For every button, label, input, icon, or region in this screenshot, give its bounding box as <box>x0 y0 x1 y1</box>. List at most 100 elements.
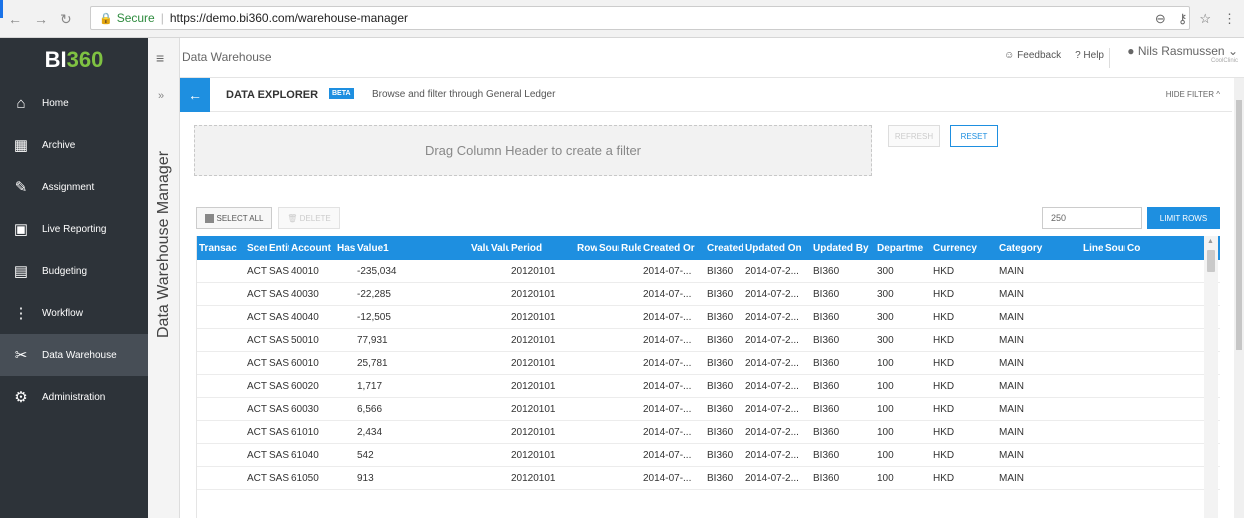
column-header[interactable]: Scer <box>245 243 267 254</box>
arrow-left-icon: ← <box>188 87 202 103</box>
user-menu[interactable]: ● Nils Rasmussen ⌄ CoolClinic <box>1127 44 1238 64</box>
column-header[interactable]: Category <box>997 243 1081 254</box>
header-divider <box>1109 48 1110 68</box>
column-header[interactable]: Value1 <box>355 243 469 254</box>
table-row[interactable]: ACT SAS 60020 1,717 20120101 2014-07-... BI360… <box>197 375 1220 398</box>
column-header[interactable]: Rule <box>619 243 641 254</box>
table-cell: HKD <box>933 449 955 461</box>
menu-dots-icon[interactable]: ⋮ <box>1223 11 1236 27</box>
column-header[interactable]: Period <box>509 243 575 254</box>
column-header[interactable]: Account <box>289 243 335 254</box>
page-scrollbar[interactable] <box>1234 78 1244 518</box>
column-header[interactable]: Created Or <box>641 243 705 254</box>
column-header[interactable]: Has <box>335 243 355 254</box>
sidebar-item-live-reporting[interactable]: ▣ Live Reporting <box>0 208 148 250</box>
table-cell: 2014-07-... <box>643 380 692 392</box>
delete-button[interactable]: 🗑 DELETE <box>278 207 340 229</box>
column-header[interactable]: Line <box>1081 243 1103 254</box>
forward-arrow-icon[interactable]: → <box>34 11 48 28</box>
sidebar-item-data-warehouse[interactable]: ✂ Data Warehouse <box>0 334 148 376</box>
column-header[interactable]: Updated On <box>743 243 811 254</box>
table-cell: 50010 <box>291 334 319 346</box>
table-cell: -235,034 <box>357 265 397 277</box>
reset-button[interactable]: RESET <box>950 125 998 147</box>
column-header[interactable]: Co <box>1125 243 1141 254</box>
table-cell: 2014-07-... <box>643 288 692 300</box>
sidebar-item-workflow[interactable]: ⋮ Workflow <box>0 292 148 334</box>
column-header[interactable]: Transac <box>197 243 245 254</box>
column-header[interactable]: Valu <box>489 243 509 254</box>
user-icon: ● <box>1127 44 1135 58</box>
refresh-button[interactable]: REFRESH <box>888 125 940 147</box>
key-icon[interactable]: ⚷ <box>1178 11 1188 27</box>
filter-dropzone[interactable]: Drag Column Header to create a filter <box>194 125 872 176</box>
table-row[interactable]: ACT SAS 61050 913 20120101 2014-07-... BI360 20… <box>197 467 1220 490</box>
hide-filter-button[interactable]: HIDE FILTER ^ <box>1166 90 1220 99</box>
grid-scrollbar[interactable]: ▲ <box>1204 236 1218 518</box>
table-cell: 100 <box>877 380 894 392</box>
back-arrow-icon[interactable]: ← <box>8 11 22 28</box>
table-cell: -22,285 <box>357 288 391 300</box>
table-cell: MAIN <box>999 426 1024 438</box>
column-header[interactable]: Entit <box>267 243 289 254</box>
column-header[interactable]: Created <box>705 243 743 254</box>
assignment-icon: ✎ <box>14 179 28 196</box>
table-cell: MAIN <box>999 311 1024 323</box>
star-icon[interactable]: ☆ <box>1199 11 1211 27</box>
sidebar-item-label: Archive <box>42 139 76 151</box>
table-row[interactable]: ACT SAS 40010 -235,034 20120101 2014-07-... BI… <box>197 260 1220 283</box>
sidebar-item-archive[interactable]: ▦ Archive <box>0 124 148 166</box>
table-cell: 20120101 <box>511 403 556 415</box>
table-row[interactable]: ACT SAS 60010 25,781 20120101 2014-07-... BI36… <box>197 352 1220 375</box>
sidebar-item-home[interactable]: ⌂ Home <box>0 82 148 124</box>
beta-badge: BETA <box>329 88 354 99</box>
table-cell: HKD <box>933 288 955 300</box>
lock-icon: 🔒 <box>99 12 113 25</box>
help-link[interactable]: ? Help <box>1075 50 1104 61</box>
row-limit-input[interactable] <box>1042 207 1142 229</box>
table-cell: ACT <box>247 265 267 277</box>
explorer-title: DATA EXPLORER <box>226 89 319 101</box>
sidebar-item-budgeting[interactable]: ▤ Budgeting <box>0 250 148 292</box>
sidebar-item-administration[interactable]: ⚙ Administration <box>0 376 148 418</box>
column-header[interactable]: Sour <box>1103 243 1125 254</box>
top-header: Data Warehouse ☺ Feedback ? Help ● Nils … <box>180 38 1244 78</box>
feedback-link[interactable]: ☺ Feedback <box>1004 50 1061 61</box>
table-cell: 20120101 <box>511 472 556 484</box>
address-bar[interactable]: 🔒 Secure | https://demo.bi360.com/wareho… <box>90 6 1190 30</box>
logo[interactable]: BI360 <box>0 38 148 82</box>
table-cell: 2014-07-2... <box>745 265 799 277</box>
column-header[interactable]: Row <box>575 243 597 254</box>
table-cell: 40040 <box>291 311 319 323</box>
table-cell: 2014-07-2... <box>745 403 799 415</box>
table-row[interactable]: ACT SAS 61040 542 20120101 2014-07-... BI360 20… <box>197 444 1220 467</box>
grid-scrollbar-thumb[interactable] <box>1207 250 1215 272</box>
sidebar-item-assignment[interactable]: ✎ Assignment <box>0 166 148 208</box>
table-cell: SAS <box>269 403 289 415</box>
expand-panel-icon[interactable]: » <box>158 90 164 102</box>
table-row[interactable]: ACT SAS 60030 6,566 20120101 2014-07-... BI360… <box>197 398 1220 421</box>
column-header[interactable]: Valu <box>469 243 489 254</box>
column-header[interactable]: Sour <box>597 243 619 254</box>
select-all-button[interactable]: SELECT ALL <box>196 207 272 229</box>
page-scrollbar-thumb[interactable] <box>1236 100 1242 350</box>
hamburger-icon[interactable]: ≡ <box>156 50 164 66</box>
table-cell: 20120101 <box>511 311 556 323</box>
limit-rows-button[interactable]: LIMIT ROWS <box>1147 207 1220 229</box>
reload-icon[interactable]: ↻ <box>60 11 72 28</box>
sidebar: BI360 ⌂ Home ▦ Archive ✎ Assignment ▣ Live Repo… <box>0 38 148 518</box>
table-row[interactable]: ACT SAS 40030 -22,285 20120101 2014-07-... BI3… <box>197 283 1220 306</box>
table-cell: BI360 <box>707 380 734 392</box>
table-row[interactable]: ACT SAS 40040 -12,505 20120101 2014-07-... BI3… <box>197 306 1220 329</box>
column-header[interactable]: Departme <box>875 243 931 254</box>
table-cell: BI360 <box>707 403 734 415</box>
sidebar-item-label: Workflow <box>42 307 83 319</box>
table-row[interactable]: ACT SAS 50010 77,931 20120101 2014-07-... BI36… <box>197 329 1220 352</box>
zoom-icon[interactable]: ⊖ <box>1155 11 1166 27</box>
tab-indicator <box>0 0 3 18</box>
scroll-up-icon[interactable]: ▲ <box>1207 238 1214 245</box>
back-button[interactable]: ← <box>180 78 210 112</box>
column-header[interactable]: Updated By <box>811 243 875 254</box>
column-header[interactable]: Currency <box>931 243 997 254</box>
table-row[interactable]: ACT SAS 61010 2,434 20120101 2014-07-... BI360… <box>197 421 1220 444</box>
